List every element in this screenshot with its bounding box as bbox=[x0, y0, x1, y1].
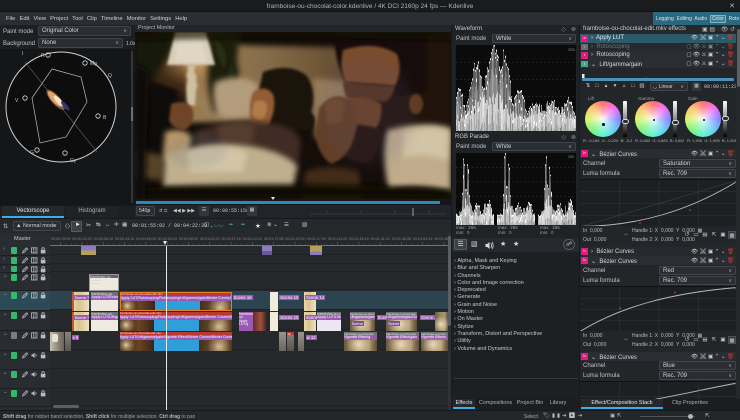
svg-text:Cy: Cy bbox=[70, 158, 77, 164]
svg-text:00:01:36:16: 00:01:36:16 bbox=[349, 237, 368, 241]
svg-text:G: G bbox=[30, 150, 34, 156]
svg-text:00:00:38:16: 00:00:38:16 bbox=[94, 237, 113, 241]
svg-text:00:00:53:04: 00:00:53:04 bbox=[157, 237, 176, 241]
svg-text:00:00:48:08: 00:00:48:08 bbox=[136, 237, 155, 241]
svg-text:00:01:31:20: 00:01:31:20 bbox=[328, 237, 347, 241]
svg-text:00:01:27:00: 00:01:27:00 bbox=[307, 237, 326, 241]
svg-text:00:01:02:20: 00:01:02:20 bbox=[200, 237, 219, 241]
svg-text:Mg: Mg bbox=[90, 61, 97, 67]
svg-text:00:01:17:08: 00:01:17:08 bbox=[264, 237, 283, 241]
svg-text:00:01:22:04: 00:01:22:04 bbox=[285, 237, 304, 241]
svg-text:00:01:51:04: 00:01:51:04 bbox=[413, 237, 432, 241]
svg-text:00:00:43:12: 00:00:43:12 bbox=[115, 237, 134, 241]
svg-text:I: I bbox=[22, 51, 23, 57]
svg-text:00:01:46:08: 00:01:46:08 bbox=[392, 237, 411, 241]
svg-text:00:01:41:12: 00:01:41:12 bbox=[370, 237, 389, 241]
svg-text:00:01:56:00: 00:01:56:00 bbox=[434, 237, 448, 241]
svg-text:255: 255 bbox=[568, 155, 574, 159]
svg-text:Q: Q bbox=[108, 73, 112, 79]
svg-text:00:00:58:00: 00:00:58:00 bbox=[179, 237, 198, 241]
svg-text:00:00:29:00: 00:00:29:00 bbox=[51, 237, 70, 241]
svg-text:00:00:33:20: 00:00:33:20 bbox=[72, 237, 91, 241]
svg-text:R: R bbox=[41, 53, 45, 59]
svg-text:255: 255 bbox=[568, 47, 575, 52]
svg-text:00:01:12:12: 00:01:12:12 bbox=[243, 237, 262, 241]
svg-text:00:01:07:16: 00:01:07:16 bbox=[221, 237, 240, 241]
